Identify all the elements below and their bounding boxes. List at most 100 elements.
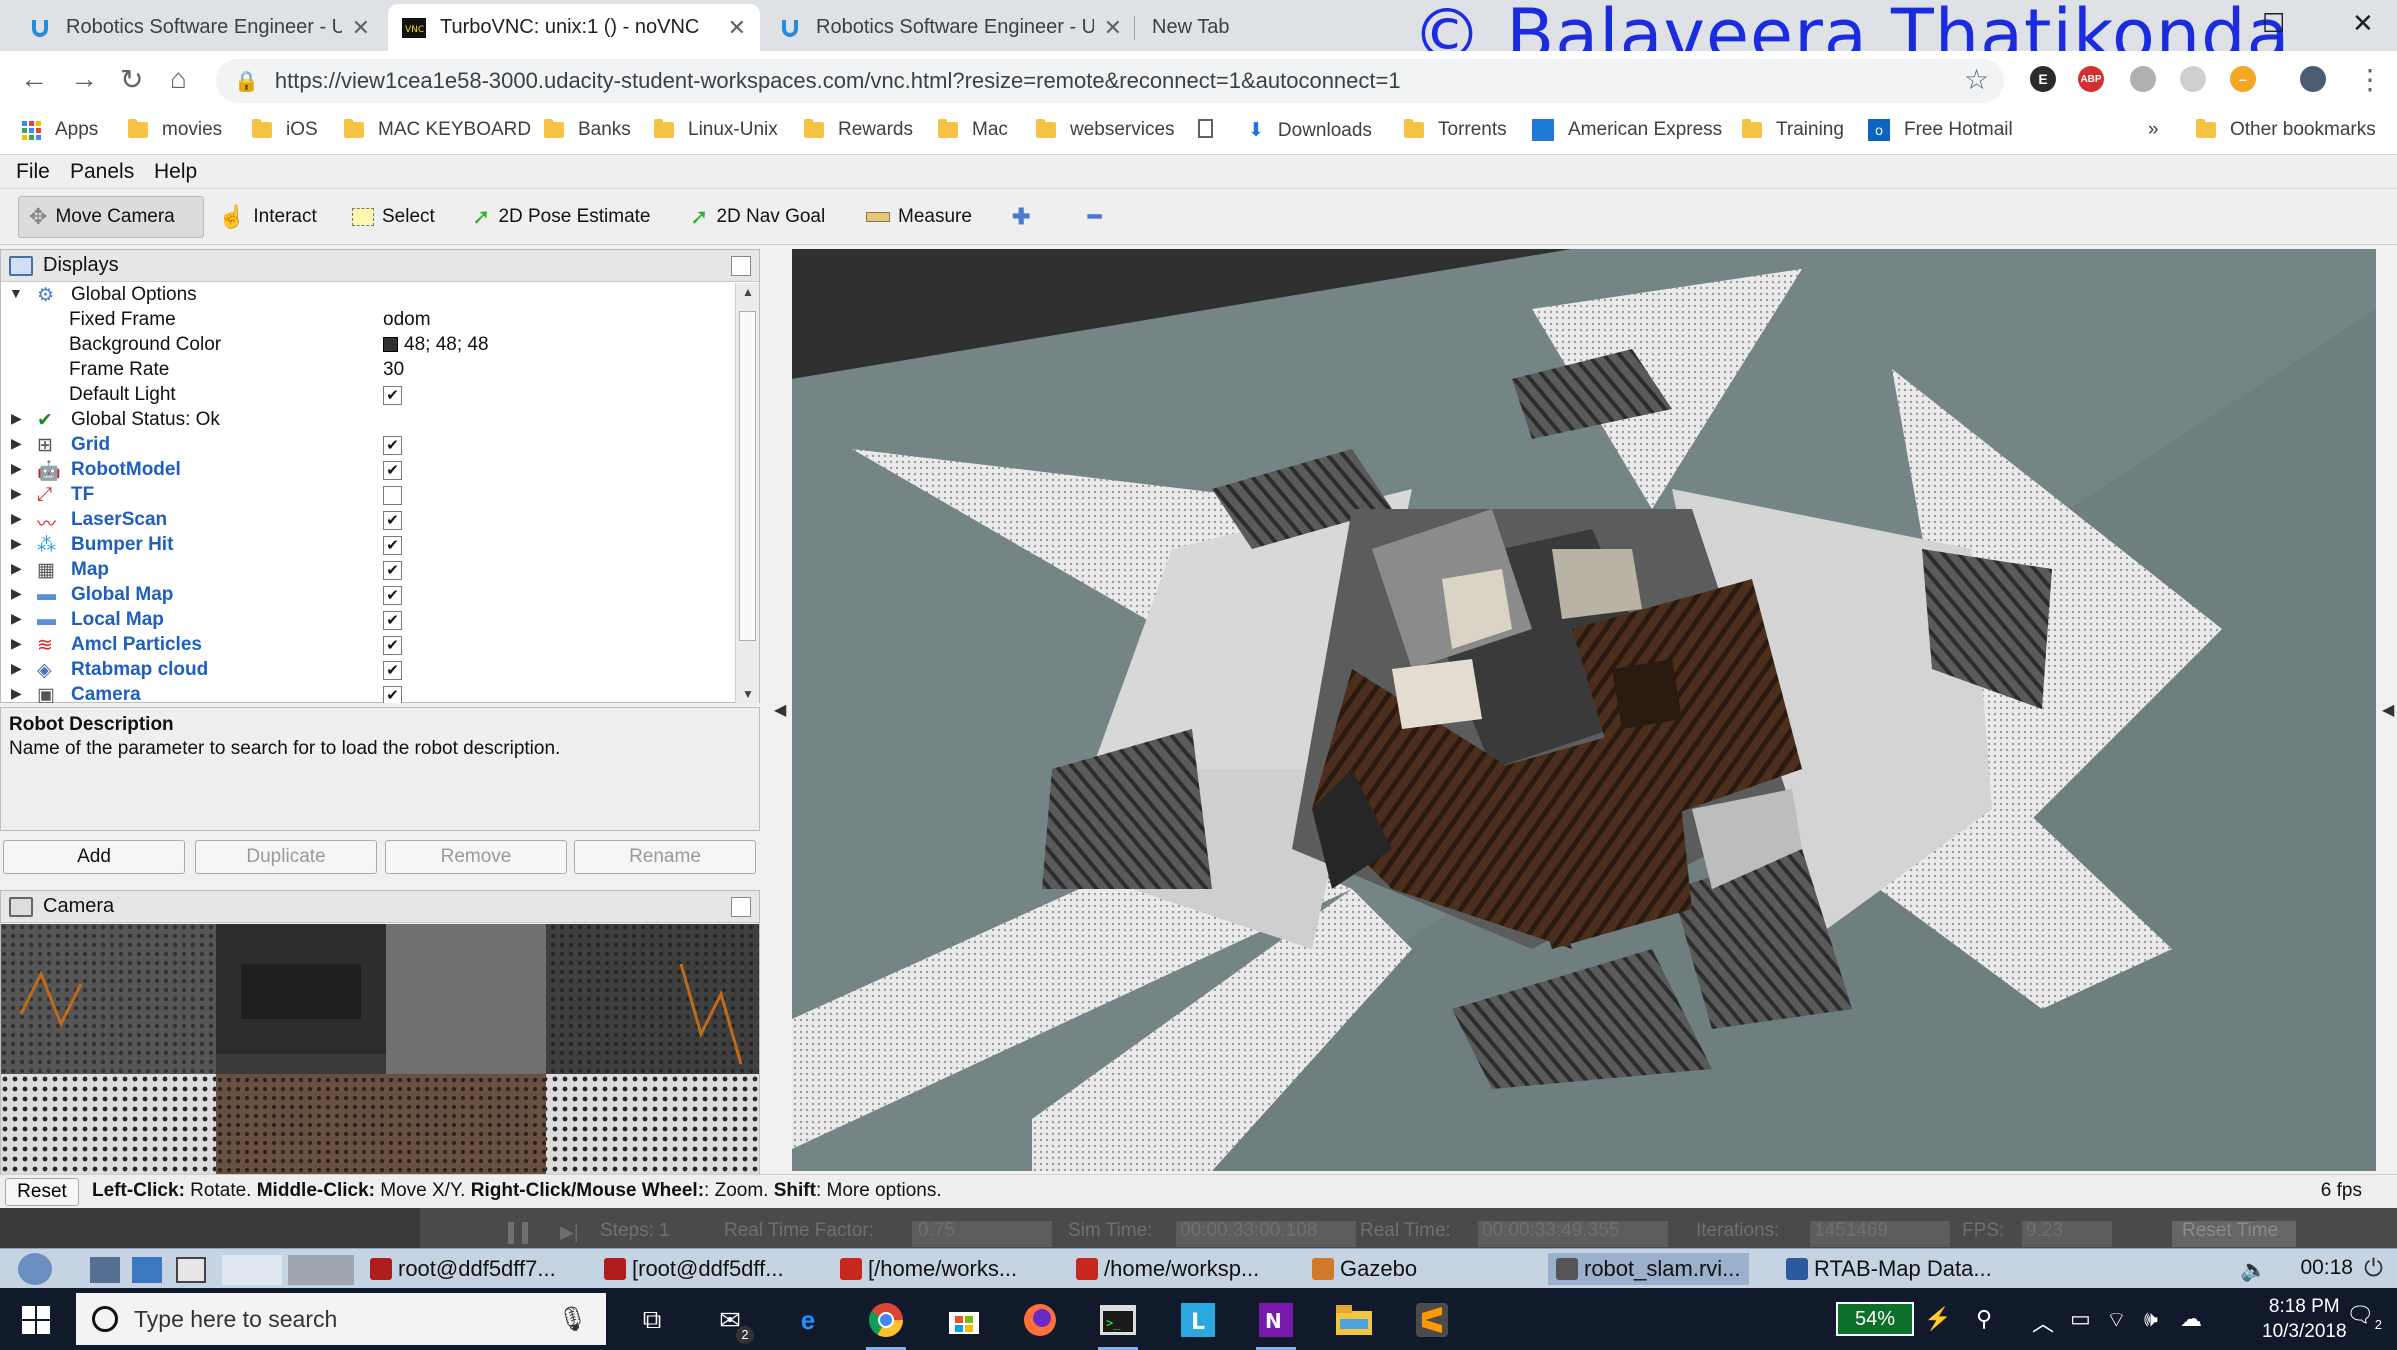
close-tab-icon[interactable]: ✕ [352,15,370,41]
checkbox-unchecked[interactable] [383,486,402,505]
terminal-app-icon[interactable]: >_ [1096,1298,1140,1350]
store-icon[interactable] [942,1298,986,1342]
close-window-icon[interactable]: ✕ [2352,8,2374,39]
show-hidden-icons-chevron[interactable]: ︿ [2032,1306,2054,1338]
bookmark-folder[interactable]: Training [1742,119,1844,141]
edge-icon[interactable]: e [786,1298,830,1342]
action-center-icon[interactable]: 🗨 2 [2346,1302,2382,1332]
bookmark-apps[interactable]: Apps [22,119,98,141]
expand-arrow-icon[interactable]: ▶ [11,635,22,652]
volume-icon[interactable]: 🔈 [2240,1257,2267,1283]
undock-panel-button[interactable] [731,897,751,917]
adblock-extension-icon[interactable]: ABP [2078,66,2104,92]
window-list-icon[interactable] [176,1257,206,1283]
reset-button[interactable]: Reset [5,1178,79,1206]
display-item-tf[interactable]: ▶ ⤢ TF [1,483,735,508]
back-icon[interactable]: ← [20,63,48,95]
gz-reset-time-button[interactable]: Reset Time [2172,1220,2296,1247]
bookmark-folder[interactable]: Mac [938,119,1008,141]
expand-arrow-icon[interactable]: ▶ [11,610,22,627]
close-tab-icon[interactable]: ✕ [1104,15,1122,41]
property-value[interactable]: odom [383,309,431,331]
url-field[interactable]: 🔒 https://view1cea1e58-3000.udacity-stud… [216,59,2004,103]
file-explorer-icon[interactable] [1332,1298,1376,1342]
mail-icon[interactable]: ✉ 2 [708,1298,754,1344]
bookmark-folder[interactable]: Rewards [804,119,913,141]
property-value[interactable]: 30 [383,359,404,381]
close-tab-icon[interactable]: ✕ [728,15,746,41]
bookmark-folder[interactable]: webservices [1036,119,1175,141]
checkbox-checked[interactable]: ✔ [383,461,402,480]
add-button[interactable]: Add [3,840,185,874]
menu-help[interactable]: Help [154,160,197,184]
tree-row-fixed-frame[interactable]: Fixed Frame odom [1,308,735,333]
3d-viewport[interactable] [792,249,2376,1171]
bookmark-folder[interactable]: Banks [544,119,631,141]
scroll-down-arrow-icon[interactable]: ▼ [742,687,754,701]
forward-icon[interactable]: → [70,63,98,95]
tool-select[interactable]: Select [342,196,445,238]
task-terminal-2[interactable]: [root@ddf5dff... [604,1253,784,1285]
scrollbar-thumb[interactable] [739,311,756,641]
rename-button[interactable]: Rename [574,840,756,874]
displays-scrollbar[interactable]: ▲ ▼ [735,283,759,703]
block-extension-icon[interactable]: – [2230,66,2256,92]
menu-panels[interactable]: Panels [70,160,134,184]
checkbox-checked[interactable]: ✔ [383,686,402,703]
bookmark-page[interactable] [1198,119,1213,138]
menu-dots-icon[interactable]: ⋮ [2356,63,2384,96]
display-item-map[interactable]: ▶ ▦ Map ✔ [1,558,735,583]
bookmark-hotmail[interactable]: o Free Hotmail [1868,119,2013,141]
add-tool-button[interactable]: ✚ [1002,196,1048,238]
windows-start-icon[interactable] [22,1306,50,1334]
windows-search-input[interactable]: Type here to search 🎙 [76,1293,606,1345]
chrome-icon[interactable] [864,1298,908,1350]
expand-arrow-icon[interactable]: ▶ [11,660,22,677]
remove-button[interactable]: Remove [385,840,567,874]
bookmark-folder[interactable]: Torrents [1404,119,1507,141]
tool-2d-nav-goal[interactable]: ➚ 2D Nav Goal [680,196,835,238]
display-item-local-map[interactable]: ▶ ▬ Local Map ✔ [1,608,735,633]
bookmark-folder[interactable]: Linux-Unix [654,119,778,141]
expand-arrow-icon[interactable]: ▶ [11,585,22,602]
tool-interact[interactable]: ☝ Interact [208,196,327,238]
task-terminal-1[interactable]: root@ddf5dff7... [370,1253,556,1285]
expand-arrow-icon[interactable]: ▶ [11,535,22,552]
display-item-amcl-particles[interactable]: ▶ ≋ Amcl Particles ✔ [1,633,735,658]
checkbox-checked[interactable]: ✔ [383,436,402,455]
expand-arrow-icon[interactable]: ▶ [11,560,22,577]
power-icon[interactable]: ⏻ [2364,1255,2383,1283]
extension-icon[interactable] [2130,66,2156,92]
checkbox-checked[interactable]: ✔ [383,661,402,680]
duplicate-button[interactable]: Duplicate [195,840,377,874]
pause-icon[interactable] [508,1222,528,1244]
evernote-extension-icon[interactable]: E [2030,66,2056,92]
microphone-icon[interactable]: 🎙 [558,1305,588,1334]
plug-icon[interactable]: ⚡ [1924,1306,1951,1332]
checkbox-checked[interactable]: ✔ [383,611,402,630]
task-terminal-4[interactable]: /home/worksp... [1076,1253,1259,1285]
people-icon[interactable]: ⚲ [1976,1306,1992,1332]
task-rviz[interactable]: robot_slam.rvi... [1548,1253,1749,1285]
checkbox-checked[interactable]: ✔ [383,511,402,530]
menu-file[interactable]: File [16,160,50,184]
battery-indicator[interactable]: 54% [1836,1302,1914,1336]
display-item-robotmodel[interactable]: ▶ 🤖 RobotModel ✔ [1,458,735,483]
task-rtabmap[interactable]: RTAB-Map Data... [1786,1253,1992,1285]
profile-avatar[interactable] [2300,66,2326,92]
checkbox-checked[interactable]: ✔ [383,586,402,605]
expand-arrow-icon[interactable]: ▶ [11,510,22,527]
show-desktop-icon[interactable] [90,1257,120,1283]
firefox-icon[interactable] [1018,1298,1062,1342]
task-view-icon[interactable]: ⧉ [630,1298,674,1342]
bookmark-downloads[interactable]: ⬇ Downloads [1248,119,1372,142]
expand-arrow-icon[interactable]: ▶ [11,460,22,477]
display-item-bumper-hit[interactable]: ▶ ⁂ Bumper Hit ✔ [1,533,735,558]
bookmark-folder[interactable]: iOS [252,119,318,141]
tool-2d-pose-estimate[interactable]: ➚ 2D Pose Estimate [462,196,661,238]
volume-tray-icon[interactable]: 🕪 [2144,1306,2158,1332]
tree-row-global-status[interactable]: ▶ ✔ Global Status: Ok [1,408,735,433]
display-item-global-map[interactable]: ▶ ▬ Global Map ✔ [1,583,735,608]
display-item-rtabmap-cloud[interactable]: ▶ ◈ Rtabmap cloud ✔ [1,658,735,683]
reload-icon[interactable]: ↻ [120,63,143,96]
